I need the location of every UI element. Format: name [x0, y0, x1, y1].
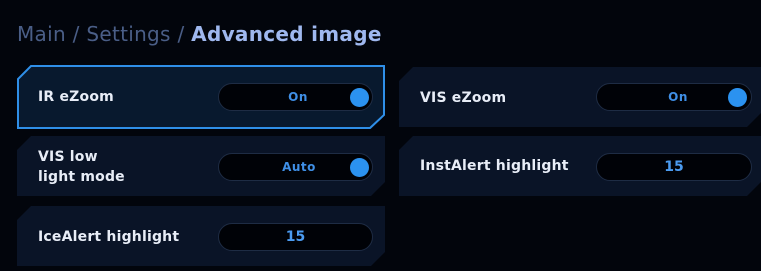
icealert-highlight-value-field[interactable]: 15: [218, 223, 373, 251]
breadcrumb-main[interactable]: Main: [17, 22, 66, 46]
breadcrumb-separator: /: [177, 22, 185, 46]
breadcrumb-separator: /: [72, 22, 80, 46]
breadcrumb-settings[interactable]: Settings: [86, 22, 170, 46]
vis-low-light-value: Auto: [282, 160, 316, 174]
ir-ezoom-setting[interactable]: IR eZoom On: [17, 65, 385, 129]
instalert-highlight-label: InstAlert highlight: [420, 158, 569, 174]
ir-ezoom-value: On: [288, 90, 308, 104]
instalert-highlight-value-field[interactable]: 15: [596, 153, 752, 181]
toggle-knob: [350, 158, 369, 177]
vis-ezoom-value: On: [668, 90, 688, 104]
breadcrumb-current-page: Advanced image: [191, 22, 382, 46]
ir-ezoom-label: IR eZoom: [38, 89, 114, 105]
vis-ezoom-setting[interactable]: VIS eZoom On: [399, 67, 761, 127]
icealert-highlight-label: IceAlert highlight: [38, 229, 180, 245]
vis-ezoom-label: VIS eZoom: [420, 90, 507, 106]
advanced-image-screen: Main / Settings / Advanced image IR eZoo…: [0, 0, 761, 271]
breadcrumb: Main / Settings / Advanced image: [17, 20, 382, 48]
toggle-knob: [350, 88, 369, 107]
vis-ezoom-toggle[interactable]: On: [596, 83, 752, 111]
vis-low-light-label-line2: light mode: [38, 169, 125, 185]
vis-low-light-setting[interactable]: VIS low light mode Auto: [17, 136, 385, 196]
icealert-highlight-value: 15: [285, 229, 306, 245]
ir-ezoom-toggle[interactable]: On: [218, 83, 373, 111]
icealert-highlight-setting[interactable]: IceAlert highlight 15: [17, 206, 385, 266]
toggle-knob: [728, 88, 747, 107]
vis-low-light-toggle[interactable]: Auto: [218, 153, 373, 181]
instalert-highlight-setting[interactable]: InstAlert highlight 15: [399, 136, 761, 196]
vis-low-light-label-line1: VIS low: [38, 149, 98, 165]
instalert-highlight-value: 15: [664, 159, 684, 175]
